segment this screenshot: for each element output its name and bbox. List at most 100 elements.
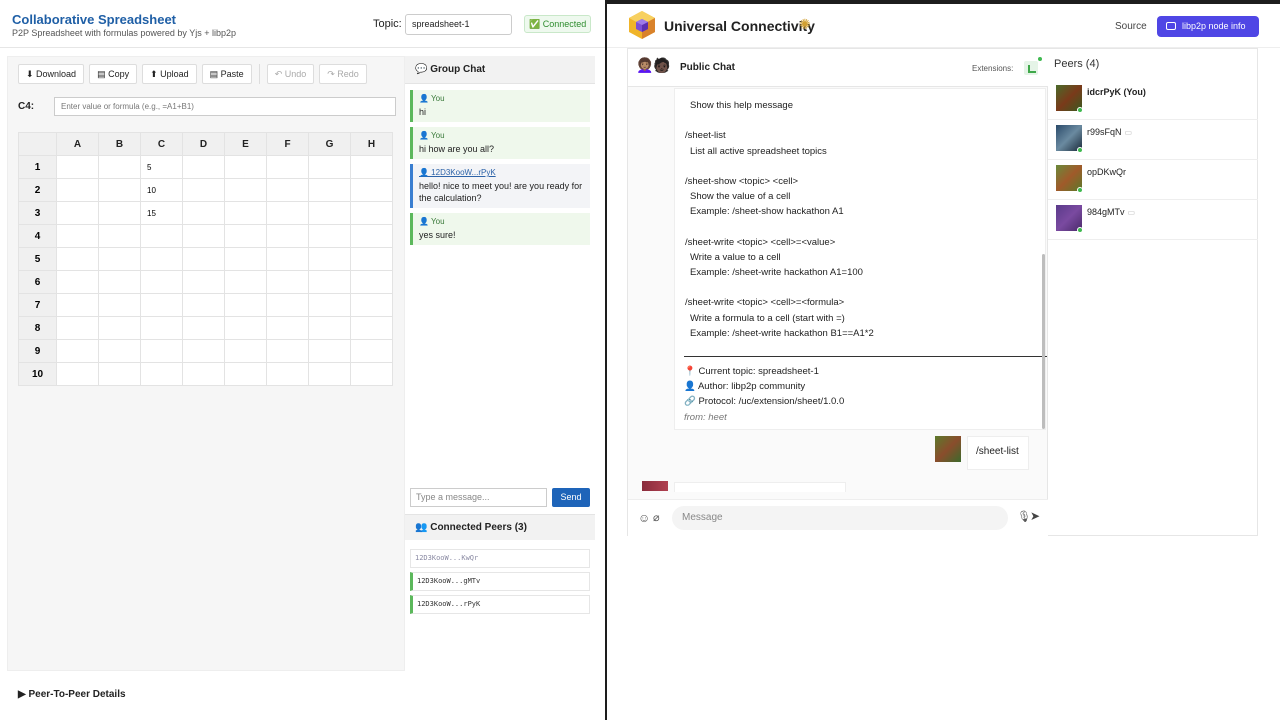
column-header[interactable]: A — [56, 132, 99, 156]
column-header[interactable]: C — [140, 132, 183, 156]
row-header[interactable]: 3 — [18, 201, 57, 225]
peer-item[interactable]: 12D3KooW...KwQr — [410, 549, 590, 568]
cell-d1[interactable] — [182, 155, 225, 179]
peer-list-item[interactable]: r99sFqN ▭ — [1048, 120, 1258, 160]
cell-g2[interactable] — [308, 178, 351, 202]
cell-f4[interactable] — [266, 224, 309, 248]
cell-h6[interactable] — [350, 270, 393, 294]
cell-f2[interactable] — [266, 178, 309, 202]
cell-d6[interactable] — [182, 270, 225, 294]
download-button[interactable]: ⬇ Download — [18, 64, 85, 84]
column-header[interactable]: H — [350, 132, 393, 156]
send-button[interactable]: Send — [552, 488, 590, 507]
cell-g8[interactable] — [308, 316, 351, 340]
column-header[interactable]: B — [98, 132, 141, 156]
microphone-icon[interactable]: 🎙 — [1017, 510, 1031, 523]
row-header[interactable]: 6 — [18, 270, 57, 294]
cell-h2[interactable] — [350, 178, 393, 202]
row-header[interactable]: 8 — [18, 316, 57, 340]
cell-b7[interactable] — [98, 293, 141, 317]
chat-bubble-icon[interactable]: ▭ — [1128, 208, 1136, 217]
spreadsheet-extension-icon[interactable] — [1024, 61, 1038, 75]
cell-h1[interactable] — [350, 155, 393, 179]
cell-g1[interactable] — [308, 155, 351, 179]
cell-e1[interactable] — [224, 155, 267, 179]
cell-a2[interactable] — [56, 178, 99, 202]
redo-button[interactable]: ↷ Redo — [319, 64, 367, 84]
cell-b6[interactable] — [98, 270, 141, 294]
source-link[interactable]: Source — [1115, 21, 1147, 32]
cell-f5[interactable] — [266, 247, 309, 271]
paste-button[interactable]: ▤ Paste — [201, 64, 252, 84]
cell-g6[interactable] — [308, 270, 351, 294]
cell-a1[interactable] — [56, 155, 99, 179]
cell-d2[interactable] — [182, 178, 225, 202]
cell-g9[interactable] — [308, 339, 351, 363]
row-header[interactable]: 7 — [18, 293, 57, 317]
copy-button[interactable]: ▤ Copy — [89, 64, 138, 84]
cell-a3[interactable] — [56, 201, 99, 225]
cell-h3[interactable] — [350, 201, 393, 225]
row-header[interactable]: 4 — [18, 224, 57, 248]
cell-c1[interactable]: 5 — [140, 155, 183, 179]
cell-a6[interactable] — [56, 270, 99, 294]
cell-f1[interactable] — [266, 155, 309, 179]
column-header[interactable]: E — [224, 132, 267, 156]
cell-e9[interactable] — [224, 339, 267, 363]
emoji-icon[interactable]: ☺ — [638, 511, 650, 525]
cell-c6[interactable] — [140, 270, 183, 294]
cell-g7[interactable] — [308, 293, 351, 317]
cell-a7[interactable] — [56, 293, 99, 317]
cell-a9[interactable] — [56, 339, 99, 363]
cell-c5[interactable] — [140, 247, 183, 271]
cell-e6[interactable] — [224, 270, 267, 294]
cell-b8[interactable] — [98, 316, 141, 340]
cell-a5[interactable] — [56, 247, 99, 271]
undo-button[interactable]: ↶ Undo — [266, 64, 315, 84]
peer-list-item[interactable]: opDKwQr — [1048, 160, 1258, 200]
cell-h4[interactable] — [350, 224, 393, 248]
cell-c3[interactable]: 15 — [140, 201, 183, 225]
cell-e8[interactable] — [224, 316, 267, 340]
row-header[interactable]: 5 — [18, 247, 57, 271]
row-header[interactable]: 9 — [18, 339, 57, 363]
chat-scrollbar[interactable] — [1042, 254, 1045, 429]
cell-b4[interactable] — [98, 224, 141, 248]
cell-e2[interactable] — [224, 178, 267, 202]
cell-e5[interactable] — [224, 247, 267, 271]
cell-a8[interactable] — [56, 316, 99, 340]
cell-h8[interactable] — [350, 316, 393, 340]
topic-input[interactable]: spreadsheet-1 — [405, 14, 512, 35]
peer-item[interactable]: 12D3KooW...rPyK — [410, 595, 590, 614]
p2p-details-toggle[interactable]: ▶ Peer-To-Peer Details — [18, 689, 126, 700]
send-icon[interactable]: ➤ — [1030, 509, 1040, 523]
cell-b2[interactable] — [98, 178, 141, 202]
node-info-button[interactable]: libp2p node info — [1157, 16, 1259, 37]
cell-c4[interactable] — [140, 224, 183, 248]
chat-message-input[interactable]: Type a message... — [410, 488, 547, 507]
cell-c7[interactable] — [140, 293, 183, 317]
cell-d8[interactable] — [182, 316, 225, 340]
cell-h5[interactable] — [350, 247, 393, 271]
cell-f7[interactable] — [266, 293, 309, 317]
cell-d4[interactable] — [182, 224, 225, 248]
cell-h10[interactable] — [350, 362, 393, 386]
cell-a10[interactable] — [56, 362, 99, 386]
row-header[interactable]: 10 — [18, 362, 57, 386]
cell-b10[interactable] — [98, 362, 141, 386]
cell-c9[interactable] — [140, 339, 183, 363]
chat-bubble-icon[interactable]: ▭ — [1125, 128, 1133, 137]
cell-h7[interactable] — [350, 293, 393, 317]
column-header[interactable]: F — [266, 132, 309, 156]
cell-d7[interactable] — [182, 293, 225, 317]
peer-list-item[interactable]: 984gMTv ▭ — [1048, 200, 1258, 240]
formula-input[interactable]: Enter value or formula (e.g., =A1+B1) — [54, 97, 396, 116]
cell-d5[interactable] — [182, 247, 225, 271]
cell-c8[interactable] — [140, 316, 183, 340]
cell-a4[interactable] — [56, 224, 99, 248]
row-header[interactable]: 2 — [18, 178, 57, 202]
cell-b1[interactable] — [98, 155, 141, 179]
cell-b9[interactable] — [98, 339, 141, 363]
message-author[interactable]: 👤 12D3KooW...rPyK — [419, 168, 584, 177]
column-header[interactable]: G — [308, 132, 351, 156]
